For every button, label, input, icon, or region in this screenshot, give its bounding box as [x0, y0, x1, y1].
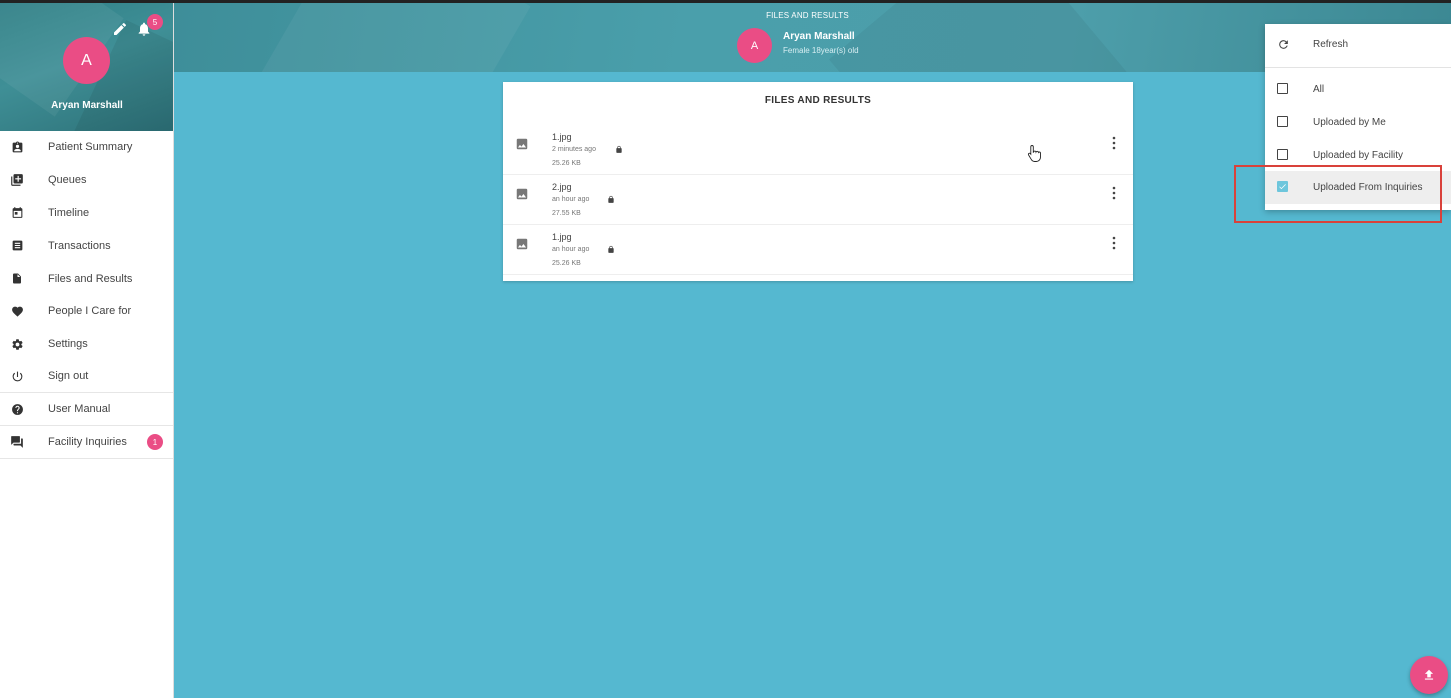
sidebar-item-label: Settings	[48, 338, 88, 351]
menu-item-label: Uploaded by Facility	[1313, 150, 1404, 161]
annotation-highlight-box	[1234, 165, 1442, 223]
file-icon	[10, 272, 24, 286]
sidebar-item-label: Queues	[48, 174, 87, 187]
patient-info: Female 18year(s) old	[783, 46, 859, 55]
sidebar-item-facility-inquiries[interactable]: Facility Inquiries 1	[0, 426, 173, 459]
heart-icon	[10, 304, 24, 318]
sidebar-item-sign-out[interactable]: Sign out	[0, 361, 173, 394]
file-size: 25.26 KB	[552, 160, 581, 167]
refresh-icon	[1279, 40, 1288, 49]
list-icon	[10, 239, 24, 253]
gear-icon	[10, 337, 24, 351]
more-vert-icon[interactable]	[1109, 136, 1119, 150]
refresh-menu-item[interactable]: Refresh	[1265, 28, 1451, 61]
sidebar-item-label: Patient Summary	[48, 141, 133, 154]
power-icon	[10, 369, 24, 383]
hand-cursor-icon	[1027, 145, 1041, 162]
page-title: FILES AND RESULTS	[766, 11, 849, 20]
sidebar-item-patient-summary[interactable]: Patient Summary	[0, 131, 173, 164]
queue-add-icon	[10, 173, 24, 187]
checkbox-unchecked-icon[interactable]	[1277, 149, 1290, 162]
file-name[interactable]: 1.jpg	[552, 132, 572, 142]
file-time: an hour ago	[552, 196, 590, 203]
menu-divider	[1265, 67, 1451, 68]
filter-option-uploaded-by-me[interactable]: Uploaded by Me	[1265, 106, 1451, 139]
sidebar-item-queues[interactable]: Queues	[0, 164, 173, 197]
files-card: FILES AND RESULTS 1.jpg 2 minutes ago 25…	[503, 82, 1133, 281]
sidebar-item-label: Facility Inquiries	[48, 436, 127, 449]
more-vert-icon[interactable]	[1109, 236, 1119, 250]
window-top-strip	[0, 0, 1451, 3]
sidebar-item-files-and-results[interactable]: Files and Results	[0, 262, 173, 295]
image-icon	[516, 138, 528, 150]
image-icon	[516, 238, 528, 250]
card-title: FILES AND RESULTS	[764, 95, 872, 106]
page-header: FILES AND RESULTS A Aryan Marshall Femal…	[174, 3, 1451, 72]
menu-item-label: Uploaded by Me	[1313, 117, 1386, 128]
file-name[interactable]: 2.jpg	[552, 182, 572, 192]
sidebar-item-transactions[interactable]: Transactions	[0, 229, 173, 262]
calendar-icon	[10, 206, 24, 220]
help-icon	[10, 402, 24, 416]
sidebar: 5 A Aryan Marshall Patient Summary Queue…	[0, 3, 174, 698]
sidebar-item-user-manual[interactable]: User Manual	[0, 393, 173, 427]
sidebar-nav: Patient Summary Queues Timeline Transact…	[0, 131, 173, 459]
more-vert-icon[interactable]	[1109, 186, 1119, 200]
file-name[interactable]: 1.jpg	[552, 232, 572, 242]
file-size: 27.55 KB	[552, 210, 581, 217]
checkbox-unchecked-icon[interactable]	[1277, 83, 1290, 96]
pencil-icon[interactable]	[112, 21, 128, 37]
patient-name: Aryan Marshall	[783, 31, 855, 42]
sidebar-item-label: People I Care for	[48, 305, 132, 318]
avatar: A	[63, 37, 110, 84]
lock-icon	[608, 195, 614, 203]
lock-icon	[616, 145, 622, 153]
sidebar-item-label: Sign out	[48, 370, 89, 383]
sidebar-item-people-i-care-for[interactable]: People I Care for	[0, 295, 173, 328]
upload-button[interactable]	[1410, 656, 1448, 694]
sidebar-item-label: Transactions	[48, 239, 111, 252]
filter-option-all[interactable]: All	[1265, 73, 1451, 106]
notification-badge[interactable]: 5	[147, 14, 163, 30]
checkbox-unchecked-icon[interactable]	[1277, 116, 1290, 129]
patient-avatar: A	[737, 28, 772, 63]
file-time: an hour ago	[552, 246, 590, 253]
profile-panel: 5 A Aryan Marshall	[0, 3, 173, 131]
file-row[interactable]: 2.jpg an hour ago 27.55 KB	[503, 175, 1133, 225]
lock-icon	[608, 245, 614, 253]
chat-icon	[10, 435, 24, 449]
clipboard-user-icon	[10, 140, 24, 154]
upload-icon	[1424, 669, 1434, 680]
sidebar-item-label: Files and Results	[48, 272, 133, 285]
sidebar-item-label: Timeline	[48, 206, 90, 219]
file-size: 25.26 KB	[552, 260, 581, 267]
image-icon	[516, 188, 528, 200]
sidebar-item-timeline[interactable]: Timeline	[0, 197, 173, 230]
sidebar-item-label: User Manual	[48, 403, 111, 416]
profile-name: Aryan Marshall	[51, 100, 123, 111]
file-time: 2 minutes ago	[552, 146, 596, 153]
inquiries-badge: 1	[147, 434, 163, 451]
sidebar-item-settings[interactable]: Settings	[0, 328, 173, 361]
menu-item-label: All	[1313, 84, 1325, 95]
menu-item-label: Refresh	[1313, 39, 1349, 50]
file-row[interactable]: 1.jpg an hour ago 25.26 KB	[503, 225, 1133, 275]
